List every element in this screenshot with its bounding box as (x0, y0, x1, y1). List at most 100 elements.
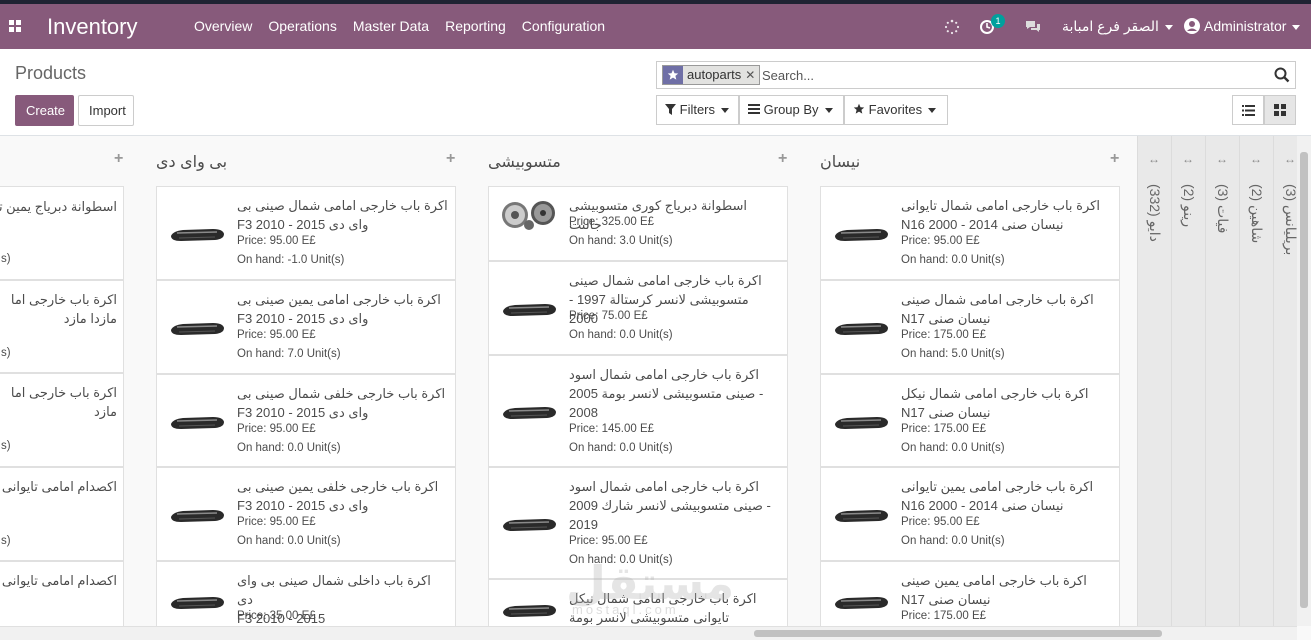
folded-column[interactable]: ↔ شاهين (2) (1239, 136, 1273, 626)
door-handle-image (167, 308, 227, 348)
apps-menu-icon[interactable] (6, 17, 24, 35)
product-name: اكرة باب خارجى امامى شمال اسود صينى متسو… (569, 367, 764, 420)
vertical-scrollbar[interactable] (1297, 136, 1311, 626)
folded-column[interactable]: ↔ دايو (332) (1137, 136, 1171, 626)
column-title: نيسان (820, 154, 861, 171)
top-navbar: Inventory Overview Operations Master Dat… (0, 4, 1311, 49)
product-card[interactable]: اكرة باب خارجى اما مازد s) (0, 373, 124, 467)
column-title: متسوبيشى (488, 154, 561, 171)
user-menu[interactable]: Administrator (1184, 4, 1301, 49)
activity-clock-icon[interactable]: 1 (976, 4, 1005, 49)
door-handle-image (167, 402, 227, 442)
search-facet: autoparts ✕ (662, 65, 761, 85)
product-card[interactable]: اكرة باب خارجى امامى شمال صينى N17 نيسان… (820, 280, 1120, 374)
product-name: اكرة باب خارجى خلفى يمين صينى بى F3 2010… (237, 479, 439, 513)
search-input[interactable] (762, 65, 1262, 85)
kanban-view-icon (1274, 104, 1286, 116)
expand-column-icon: ↔ (1284, 152, 1296, 166)
group-by-dropdown[interactable]: Group By (739, 95, 844, 125)
vertical-scroll-thumb[interactable] (1300, 152, 1308, 608)
product-card[interactable]: اكرة باب خارجى امامى شمال صينى متسوبيشى … (488, 261, 788, 355)
product-onhand: s) (1, 440, 11, 452)
product-price: Price: 95.00 E£ (237, 423, 316, 435)
product-name: اكرة باب خارجى امامى يمين تايوانى N16 20… (901, 479, 1094, 513)
kanban-column-mitsubishi: متسوبيشى + اسطوانة دبرياج كورى متسوبيشى … (488, 136, 788, 639)
door-handle-image (167, 214, 227, 254)
product-price: Price: 325.00 E£ (569, 216, 655, 228)
star-icon (853, 103, 865, 114)
product-price: Price: 35.00 E£ (237, 610, 316, 622)
product-price: Price: 95.00 E£ (901, 516, 980, 528)
expand-column-icon: ↔ (1250, 152, 1262, 166)
product-card[interactable]: اكرة باب خارجى امامى يمين تايوانى N16 20… (820, 467, 1120, 561)
product-name: اكرة باب خارجى خلفى شمال صينى بى F3 2010… (237, 386, 446, 420)
product-card[interactable]: اكرة باب خارجى امامى شمال نيكل N17 نيسان… (820, 374, 1120, 467)
company-switcher[interactable]: الصقر فرع امبابة (1062, 4, 1173, 49)
page-title: Products (15, 63, 87, 83)
product-card[interactable]: اكرة باب خارجى امامى شمال اسود صينى متسو… (488, 355, 788, 467)
product-price: Price: 95.00 E£ (237, 235, 316, 247)
product-onhand: On hand: 0.0 Unit(s) (237, 535, 341, 547)
create-button[interactable]: Create (15, 95, 74, 126)
folded-column-label: فيات (3) (1215, 184, 1231, 234)
kanban-view-button[interactable] (1264, 95, 1296, 125)
app-brand[interactable]: Inventory (47, 14, 138, 40)
door-handle-image (831, 402, 891, 442)
product-card[interactable]: اكرة باب خارجى امامى شمال صينى بى F3 201… (156, 186, 456, 280)
add-card-icon[interactable]: + (1110, 150, 1119, 168)
add-card-icon[interactable]: + (446, 150, 455, 168)
list-view-button[interactable] (1232, 95, 1264, 125)
product-onhand: On hand: 5.0 Unit(s) (901, 348, 1005, 360)
activity-count-badge: 1 (991, 14, 1005, 28)
door-handle-image (831, 582, 891, 622)
add-card-icon[interactable]: + (114, 150, 123, 168)
product-name: اكرة باب خارجى امامى شمال تايوانى N16 20… (901, 198, 1100, 232)
product-card[interactable]: اكرة باب خارجى امامى شمال تايوانى N16 20… (820, 186, 1120, 280)
menu-configuration[interactable]: Configuration (514, 4, 613, 49)
remove-facet-icon[interactable]: ✕ (745, 66, 759, 84)
door-handle-image (167, 495, 227, 535)
menu-master-data[interactable]: Master Data (345, 4, 437, 49)
folded-column[interactable]: ↔ فيات (3) (1205, 136, 1239, 626)
door-handle-image (167, 582, 227, 622)
door-handle-image (499, 392, 559, 432)
favorites-dropdown[interactable]: Favorites (844, 95, 948, 125)
product-name: اكرة باب خارجى امامى شمال صينى بى F3 201… (237, 198, 448, 232)
product-name: اكرة باب خارجى اما مازد (10, 385, 117, 419)
door-handle-image (499, 504, 559, 544)
product-card[interactable]: اكرة باب خارجى اما مازدا مازد s) (0, 280, 124, 373)
product-card[interactable]: اكرة باب خارجى امامى يمين صينى بى F3 201… (156, 280, 456, 374)
discuss-chat-icon[interactable] (1022, 4, 1044, 49)
menu-reporting[interactable]: Reporting (437, 4, 514, 49)
horizontal-scrollbar[interactable] (0, 626, 1297, 640)
filters-dropdown[interactable]: Filters (656, 95, 739, 125)
loading-spinner-icon (942, 4, 962, 49)
product-name: اكرة باب خارجى امامى شمال نيكل N17 نيسان… (901, 386, 1089, 420)
expand-column-icon: ↔ (1182, 152, 1194, 166)
folded-column[interactable]: ↔ رينو (2) (1171, 136, 1205, 626)
product-onhand: On hand: 3.0 Unit(s) (569, 235, 673, 247)
folded-column-label: شاهين (2) (1249, 184, 1265, 244)
kanban-column-partial: + اسطوانة دبرياج يمين تا s) اكرة باب خار… (0, 136, 124, 640)
product-price: Price: 75.00 E£ (569, 310, 648, 322)
product-card[interactable]: اكرة باب خارجى خلفى شمال صينى بى F3 2010… (156, 374, 456, 467)
product-price: Price: 95.00 E£ (237, 516, 316, 528)
product-card[interactable]: اكصدام امامى تايوانى s) (0, 467, 124, 561)
add-card-icon[interactable]: + (778, 150, 787, 168)
product-card[interactable]: اسطوانة دبرياج يمين تا s) (0, 186, 124, 280)
product-card[interactable]: اسطوانة دبرياج كورى متسوبيشى جالنت Price:… (488, 186, 788, 261)
product-card[interactable]: اكرة باب خارجى خلفى يمين صينى بى F3 2010… (156, 467, 456, 561)
company-name: الصقر فرع امبابة (1062, 18, 1159, 34)
search-icon[interactable] (1273, 66, 1291, 84)
import-button[interactable]: Import (78, 95, 134, 126)
menu-overview[interactable]: Overview (186, 4, 260, 49)
door-handle-image (499, 590, 559, 630)
column-header: نيسان + (820, 136, 1120, 186)
product-price: Price: 95.00 E£ (237, 329, 316, 341)
product-name: اكصدام امامى تايوانى (1, 479, 117, 494)
menu-operations[interactable]: Operations (260, 4, 344, 49)
door-handle-image (831, 308, 891, 348)
chevron-down-icon (928, 108, 937, 114)
product-onhand: On hand: 0.0 Unit(s) (901, 254, 1005, 266)
horizontal-scroll-thumb[interactable] (754, 630, 1162, 637)
